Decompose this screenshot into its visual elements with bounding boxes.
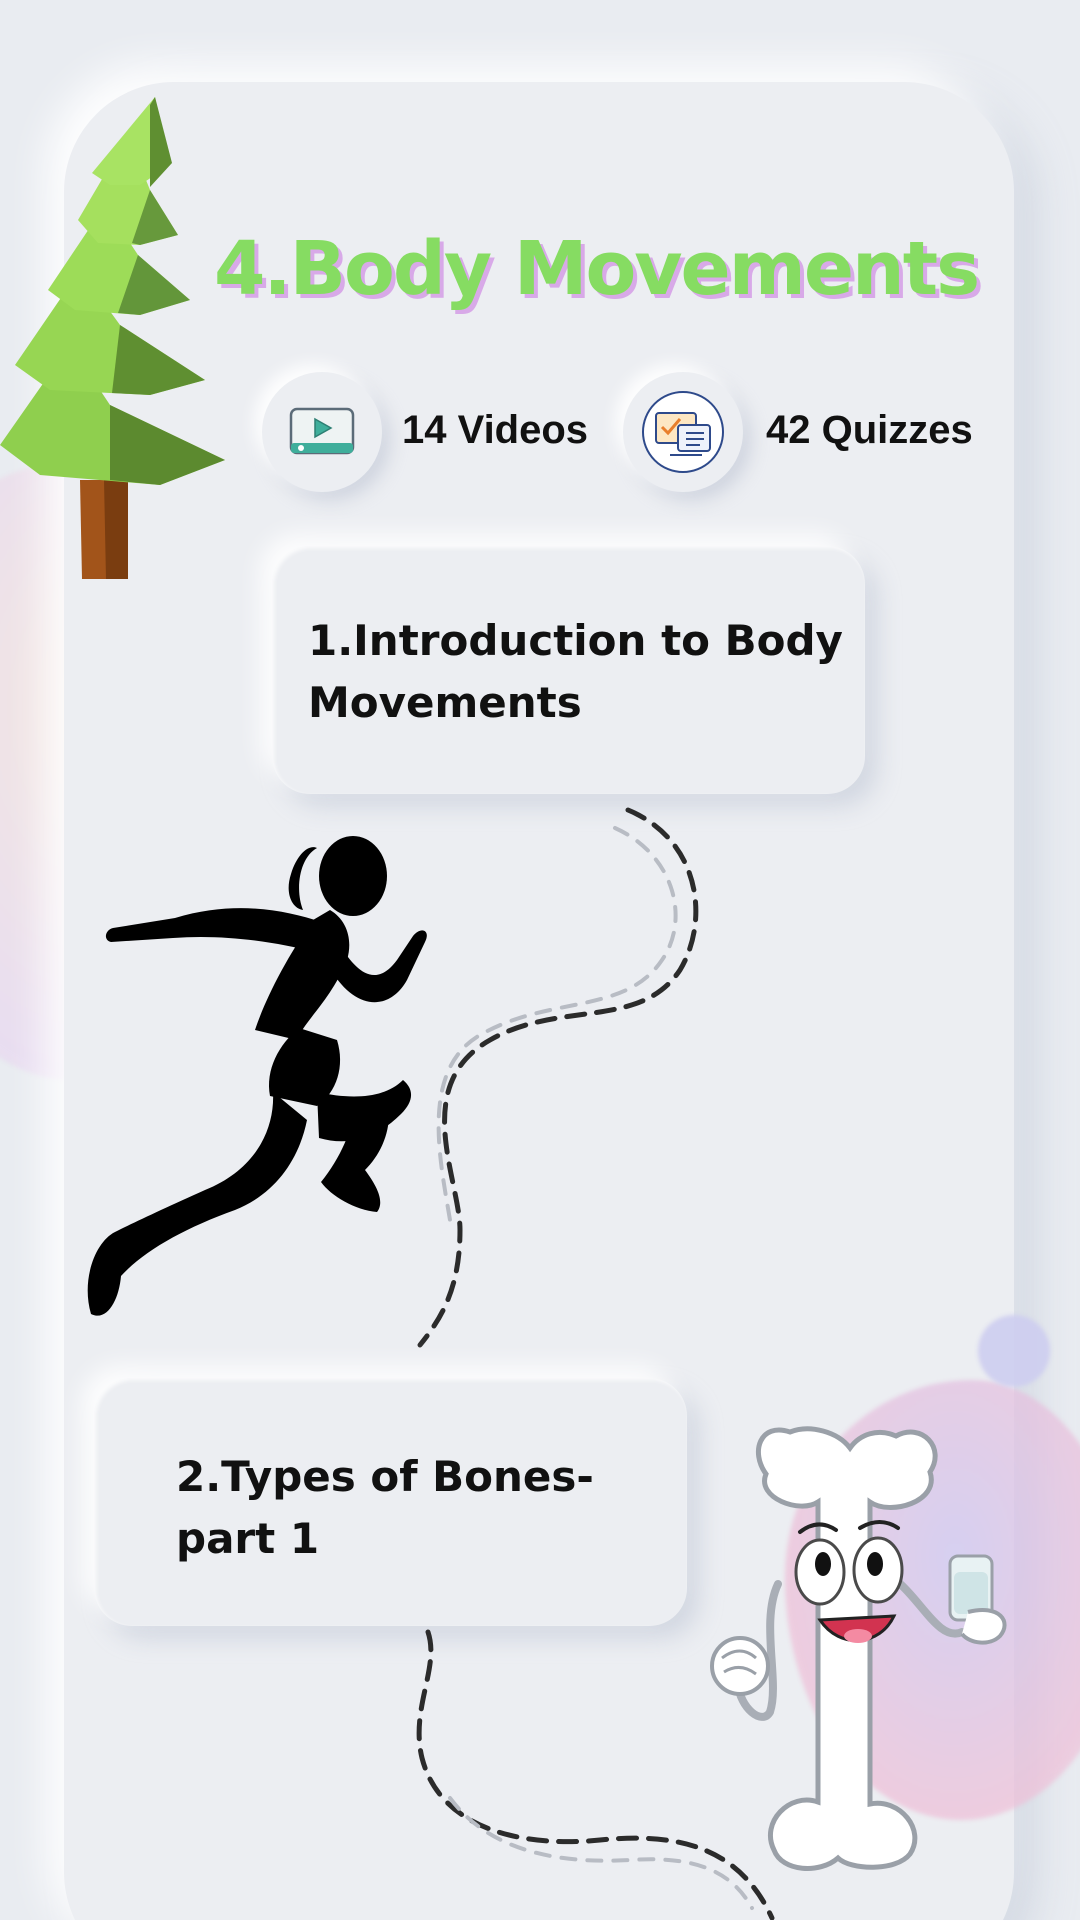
lesson-card-2[interactable]: 2.Types of Bones-part 1	[94, 1378, 687, 1626]
quizzes-count-label: 42 Quizzes	[766, 408, 973, 452]
running-woman-silhouette	[87, 836, 427, 1316]
lesson-title-1: 1.Introduction to Body Movements	[308, 616, 843, 727]
video-play-icon	[289, 407, 355, 455]
videos-count-label: 14 Videos	[402, 408, 589, 452]
unit-title: 4.Body Movements	[214, 226, 980, 312]
unit-screen: 4.Body Movements 14 Videos 42 Quizzes 1.…	[0, 0, 1080, 1920]
bone-body	[755, 1426, 938, 1871]
videos-badge[interactable]	[262, 372, 382, 492]
bone-mascot-illustration	[710, 1426, 1007, 1871]
quizzes-badge[interactable]	[623, 372, 743, 492]
lesson-card-1[interactable]: 1.Introduction to Body Movements	[272, 546, 865, 794]
lesson-title-2: 2.Types of Bones-part 1	[176, 1452, 594, 1563]
background-dot	[978, 1315, 1050, 1387]
quiz-checklist-icon	[642, 391, 724, 473]
pine-tree-illustration	[0, 97, 225, 579]
